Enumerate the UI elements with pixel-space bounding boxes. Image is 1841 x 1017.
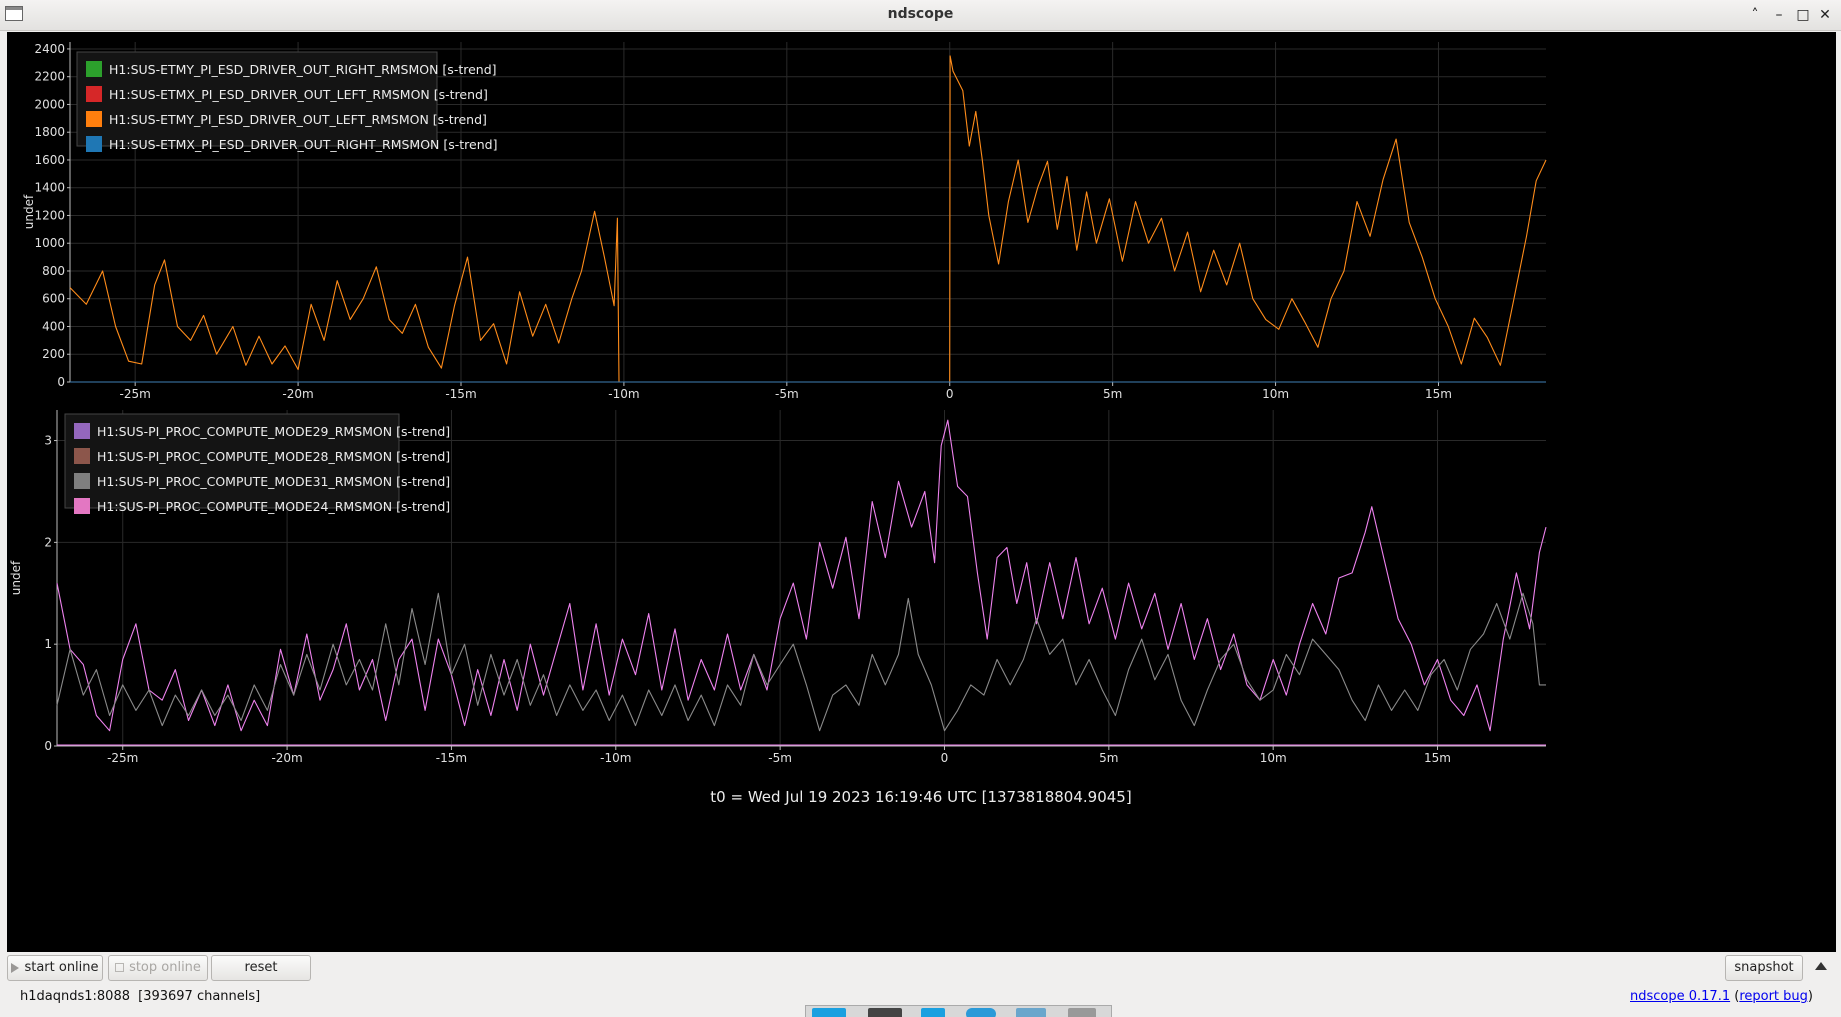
x-tick-label: 15m: [1425, 387, 1452, 401]
y-tick-label: 1200: [34, 208, 65, 222]
x-tick-label: -20m: [271, 751, 302, 765]
x-tick-label: -20m: [282, 387, 313, 401]
legend-swatch: [74, 498, 90, 514]
x-tick-label: 0: [946, 387, 954, 401]
legend-swatch: [86, 111, 102, 127]
y-tick-label: 3: [44, 434, 52, 448]
legend-label: H1:SUS-PI_PROC_COMPUTE_MODE31_RMSMON [s-…: [97, 474, 450, 489]
expand-panel-icon[interactable]: [1815, 962, 1827, 970]
y-axis-label: undef: [22, 194, 36, 229]
legend-swatch: [74, 448, 90, 464]
maximize-icon[interactable]: □: [1793, 4, 1813, 26]
y-axis-label: undef: [9, 560, 23, 595]
x-tick-label: 10m: [1262, 387, 1289, 401]
x-tick-label: -5m: [775, 387, 799, 401]
legend-label: H1:SUS-ETMY_PI_ESD_DRIVER_OUT_RIGHT_RMSM…: [109, 62, 497, 77]
channel-count: [393697 channels]: [138, 989, 261, 1004]
legend-swatch: [86, 136, 102, 152]
stop-online-button[interactable]: stop online: [108, 955, 208, 981]
footer-links: ndscope 0.17.1 (report bug): [1630, 989, 1813, 1004]
legend: H1:SUS-PI_PROC_COMPUTE_MODE29_RMSMON [s-…: [64, 413, 450, 514]
window-title: ndscope: [887, 6, 954, 22]
window-titlebar: ndscope ˄ – □ ✕: [0, 0, 1841, 31]
keep-above-icon[interactable]: ˄: [1745, 4, 1765, 26]
start-online-button[interactable]: start online: [7, 955, 103, 981]
y-tick-label: 600: [42, 292, 65, 306]
x-tick-label: 0: [941, 751, 949, 765]
taskbar-app-icon[interactable]: [812, 1008, 846, 1017]
plot-area[interactable]: 0 200 400 600 800 1000 1200 1400 1600 1800 2000 220…: [7, 32, 1836, 952]
y-tick-label: 2000: [34, 97, 65, 111]
stop-online-label: stop online: [129, 960, 201, 975]
x-tick-label: -5m: [768, 751, 792, 765]
legend-label: H1:SUS-ETMY_PI_ESD_DRIVER_OUT_LEFT_RMSMO…: [109, 112, 487, 127]
x-tick-label: -10m: [600, 751, 631, 765]
plots-svg[interactable]: 0200400600800100012001400160018002000220…: [7, 32, 1836, 952]
series-line: [56, 592, 1546, 732]
legend-swatch: [74, 473, 90, 489]
stop-icon: [115, 963, 125, 972]
legend-label: H1:SUS-ETMX_PI_ESD_DRIVER_OUT_RIGHT_RMSM…: [109, 137, 497, 152]
taskbar-search-icon[interactable]: [1016, 1008, 1046, 1017]
t0-time-label: t0 = Wed Jul 19 2023 16:19:46 UTC [13738…: [710, 788, 1131, 806]
y-tick-label: 1000: [34, 236, 65, 250]
y-tick-label: 2200: [34, 70, 65, 84]
taskbar-window-icon[interactable]: [921, 1008, 945, 1017]
legend-label: H1:SUS-ETMX_PI_ESD_DRIVER_OUT_LEFT_RMSMO…: [109, 87, 488, 102]
legend-swatch: [86, 61, 102, 77]
legend: H1:SUS-ETMY_PI_ESD_DRIVER_OUT_RIGHT_RMSM…: [76, 51, 497, 152]
report-bug-link[interactable]: report bug: [1739, 989, 1808, 1004]
status-bar: h1daqnds1:8088 [393697 channels]: [20, 989, 260, 1004]
y-tick-label: 0: [57, 375, 65, 389]
reset-button[interactable]: reset: [211, 955, 311, 981]
x-tick-label: 10m: [1260, 751, 1287, 765]
x-tick-label: -15m: [445, 387, 476, 401]
legend-label: H1:SUS-PI_PROC_COMPUTE_MODE24_RMSMON [s-…: [97, 499, 450, 514]
y-tick-label: 1400: [34, 181, 65, 195]
legend-label: H1:SUS-PI_PROC_COMPUTE_MODE29_RMSMON [s-…: [97, 424, 450, 439]
minimize-icon[interactable]: –: [1769, 4, 1789, 26]
y-tick-label: 2: [44, 535, 52, 549]
play-icon: [11, 962, 20, 973]
y-tick-label: 1800: [34, 125, 65, 139]
close-icon[interactable]: ✕: [1815, 4, 1835, 26]
legend-label: H1:SUS-PI_PROC_COMPUTE_MODE28_RMSMON [s-…: [97, 449, 450, 464]
x-tick-label: -25m: [107, 751, 138, 765]
taskbar-terminal-icon[interactable]: [868, 1008, 902, 1017]
taskbar: [805, 1005, 1112, 1017]
legend-swatch: [86, 86, 102, 102]
legend-swatch: [74, 423, 90, 439]
x-tick-label: -25m: [120, 387, 151, 401]
y-tick-label: 0: [44, 739, 52, 753]
x-tick-label: 5m: [1103, 387, 1122, 401]
y-tick-label: 200: [42, 347, 65, 361]
taskbar-files-icon[interactable]: [1068, 1008, 1096, 1017]
y-tick-label: 1600: [34, 153, 65, 167]
y-tick-label: 1: [44, 637, 52, 651]
version-link[interactable]: ndscope 0.17.1: [1630, 989, 1730, 1004]
server-address: h1daqnds1:8088: [20, 989, 130, 1004]
x-tick-label: -15m: [436, 751, 467, 765]
x-tick-label: 5m: [1099, 751, 1118, 765]
y-tick-label: 2400: [34, 42, 65, 56]
y-tick-label: 400: [42, 319, 65, 333]
x-tick-label: -10m: [608, 387, 639, 401]
y-tick-label: 800: [42, 264, 65, 278]
snapshot-button[interactable]: snapshot: [1725, 955, 1803, 981]
x-tick-label: 15m: [1424, 751, 1451, 765]
taskbar-browser-icon[interactable]: [966, 1008, 996, 1017]
start-online-label: start online: [24, 960, 99, 975]
